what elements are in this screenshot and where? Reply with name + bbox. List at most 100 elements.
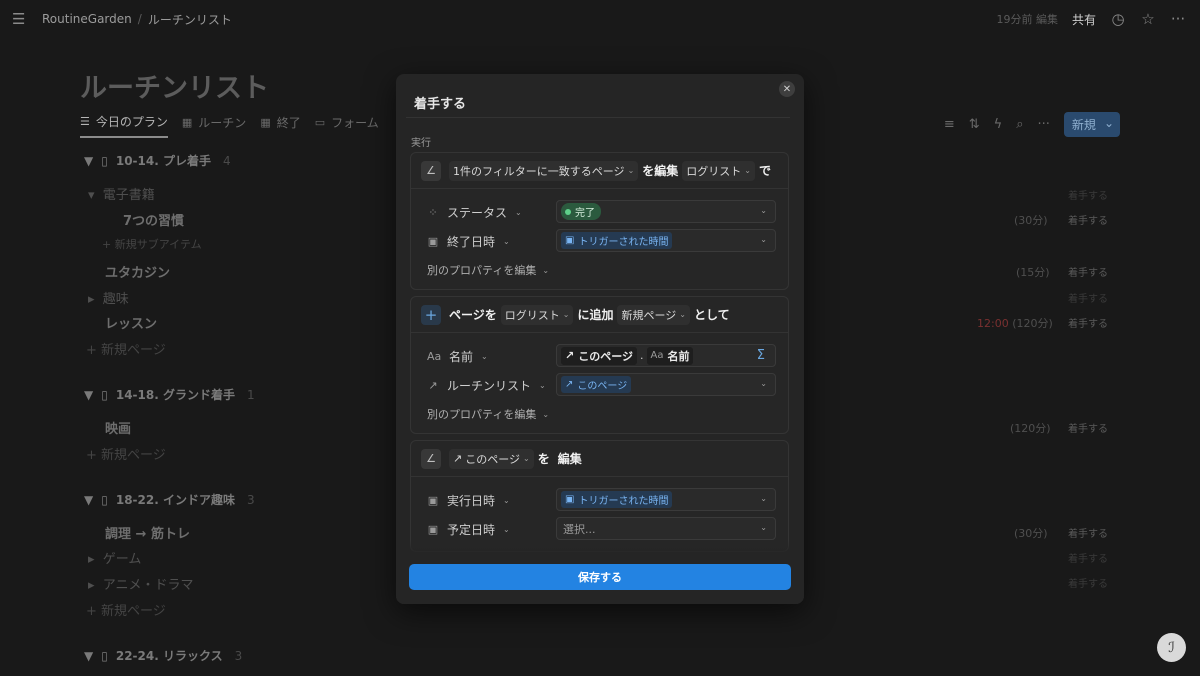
placeholder-value: 選択... [563,522,596,536]
chevron-down-icon: ⌄ [539,381,546,390]
action-suffix: として [693,308,730,322]
chevron-down-icon: ⌄ [503,496,510,505]
chevron-down-icon: ⌄ [760,379,767,388]
property-label: ステータス [447,206,508,220]
chevron-down-icon: ⌄ [760,494,767,503]
property-name-select[interactable]: Aa 名前 ⌄ [427,348,488,365]
relation-arrow-icon: ↗ [565,349,575,362]
property-value-select[interactable]: 完了 ⌄ [556,200,776,223]
target-select[interactable]: 1件のフィルターに一致するページ ⌄ [449,160,639,181]
property-value-select[interactable]: ▣ トリガーされた時間 ⌄ [556,229,776,252]
calendar-icon: ▣ [427,523,439,536]
edit-other-property-button[interactable]: 別のプロパティを編集 ⌄ [427,262,549,278]
chip-label: 名前 [667,349,690,363]
calendar-icon: ▣ [565,494,575,505]
chip-label: このページ [577,381,628,392]
property-row: ↗ ルーチンリスト ⌄ ↗ このページ ⌄ [411,370,788,399]
relation-arrow-icon: ↗ [565,379,574,390]
automation-modal: 着手する ✕ 実行 ∠ 1件のフィルターに一致するページ ⌄ を編集 ログリスト ⌄… [396,74,804,604]
database-select[interactable]: ログリスト ⌄ [682,160,755,181]
edit-other-label: 別のプロパティを編集 [427,408,537,421]
action-card-edit-pages: ∠ 1件のフィルターに一致するページ ⌄ を編集 ログリスト ⌄ で ⁘ ステータス ⌄… [410,152,789,290]
property-value-select[interactable]: ↗ このページ ⌄ [556,373,776,396]
chevron-down-icon: ⌄ [627,166,635,175]
action-verb: に追加 [577,308,614,322]
calendar-icon: ▣ [427,235,439,248]
action-card-edit-this-page: ∠ ↗ このページ ⌄ を 編集 ▣ 実行日時 ⌄ ▣ トリガーされた時間 ⌄ ▣ 予定日時 ⌄… [410,440,789,552]
edit-other-label: 別のプロパティを編集 [427,264,537,277]
chevron-down-icon: ⌄ [760,523,767,532]
action-header: + ページを ログリスト ⌄ に追加 新規ページ ⌄ として [411,297,788,333]
property-row: ▣ 実行日時 ⌄ ▣ トリガーされた時間 ⌄ [411,485,788,514]
trigger-time-chip: ▣ トリガーされた時間 [561,232,673,249]
status-icon: ⁘ [428,206,438,219]
chevron-down-icon: ⌄ [481,352,488,361]
action-verb: を編集 [642,164,679,178]
property-row: ⁘ ステータス ⌄ 完了 ⌄ [411,197,788,226]
trigger-time-chip: ▣ トリガーされた時間 [561,491,673,508]
action-lead: ページを [449,308,497,322]
database-label: ログリスト [686,164,742,178]
plus-icon: + [421,304,441,325]
formula-sigma-icon[interactable]: Σ [757,348,765,363]
chevron-down-icon: ⌄ [542,265,550,275]
property-label: ルーチンリスト [447,379,532,393]
formula-chip-property: Aa 名前 [646,346,694,365]
chevron-down-icon: ⌄ [562,310,570,319]
relation-chip: ↗ このページ [561,376,632,393]
action-particle: を [537,452,550,466]
calendar-icon: ▣ [565,235,575,246]
property-name-select[interactable]: ▣ 終了日時 ⌄ [427,233,510,250]
formula-input[interactable]: ↗ このページ . Aa 名前 Σ [556,344,776,367]
chip-label: トリガーされた時間 [578,237,669,248]
status-dot [565,208,571,215]
target-label: 1件のフィルターに一致するページ [453,164,625,178]
property-label: 実行日時 [447,494,496,508]
action-suffix: で [758,164,771,178]
property-label: 予定日時 [447,523,496,537]
chevron-down-icon: ⌄ [760,206,767,215]
action-card-add-page: + ページを ログリスト ⌄ に追加 新規ページ ⌄ として Aa 名前 ⌄ ↗ このペー… [410,296,789,434]
status-badge: 完了 [561,203,601,220]
database-select[interactable]: ログリスト ⌄ [500,304,574,325]
save-button[interactable]: 保存する [409,564,791,590]
formula-chip-page: ↗ このページ [561,346,637,365]
formula-dot: . [640,349,644,362]
property-name-select[interactable]: ▣ 予定日時 ⌄ [427,521,510,538]
edit-icon: ∠ [421,448,441,469]
target-select[interactable]: ↗ このページ ⌄ [449,448,534,469]
modal-title-field[interactable]: 着手する [406,80,790,118]
property-value-select[interactable]: ▣ トリガーされた時間 ⌄ [556,488,776,511]
mode-select[interactable]: 新規ページ ⌄ [617,304,690,325]
chip-label: このページ [578,349,633,363]
chevron-down-icon: ⌄ [523,454,530,463]
chevron-down-icon: ⌄ [542,409,550,419]
action-verb: 編集 [557,452,582,466]
property-row: ▣ 終了日時 ⌄ ▣ トリガーされた時間 ⌄ [411,226,788,255]
status-label: 完了 [575,208,595,219]
property-name-select[interactable]: ↗ ルーチンリスト ⌄ [427,377,546,394]
action-header: ∠ 1件のフィルターに一致するページ ⌄ を編集 ログリスト ⌄ で [411,153,788,189]
text-icon: Aa [427,350,442,363]
property-row: Aa 名前 ⌄ ↗ このページ . Aa 名前 Σ [411,341,788,370]
property-name-select[interactable]: ▣ 実行日時 ⌄ [427,492,510,509]
chevron-down-icon: ⌄ [744,166,751,175]
calendar-icon: ▣ [427,494,439,507]
property-label: 終了日時 [447,235,496,249]
mode-label: 新規ページ [621,308,677,322]
target-label: このページ [465,452,520,466]
edit-icon: ∠ [421,160,441,181]
edit-other-property-button[interactable]: 別のプロパティを編集 ⌄ [427,406,549,422]
property-row: ▣ 予定日時 ⌄ 選択... ⌄ [411,514,788,543]
chevron-down-icon: ⌄ [503,237,510,246]
property-name-select[interactable]: ⁘ ステータス ⌄ [427,204,522,221]
property-label: 名前 [449,350,474,364]
relation-arrow-icon: ↗ [453,452,463,465]
property-value-select[interactable]: 選択... ⌄ [556,517,776,540]
section-label-actions: 実行 [411,138,431,149]
chip-label: トリガーされた時間 [578,496,669,507]
close-icon[interactable]: ✕ [779,81,795,97]
chevron-down-icon: ⌄ [503,525,510,534]
chevron-down-icon: ⌄ [515,208,522,217]
chevron-down-icon: ⌄ [679,310,686,319]
